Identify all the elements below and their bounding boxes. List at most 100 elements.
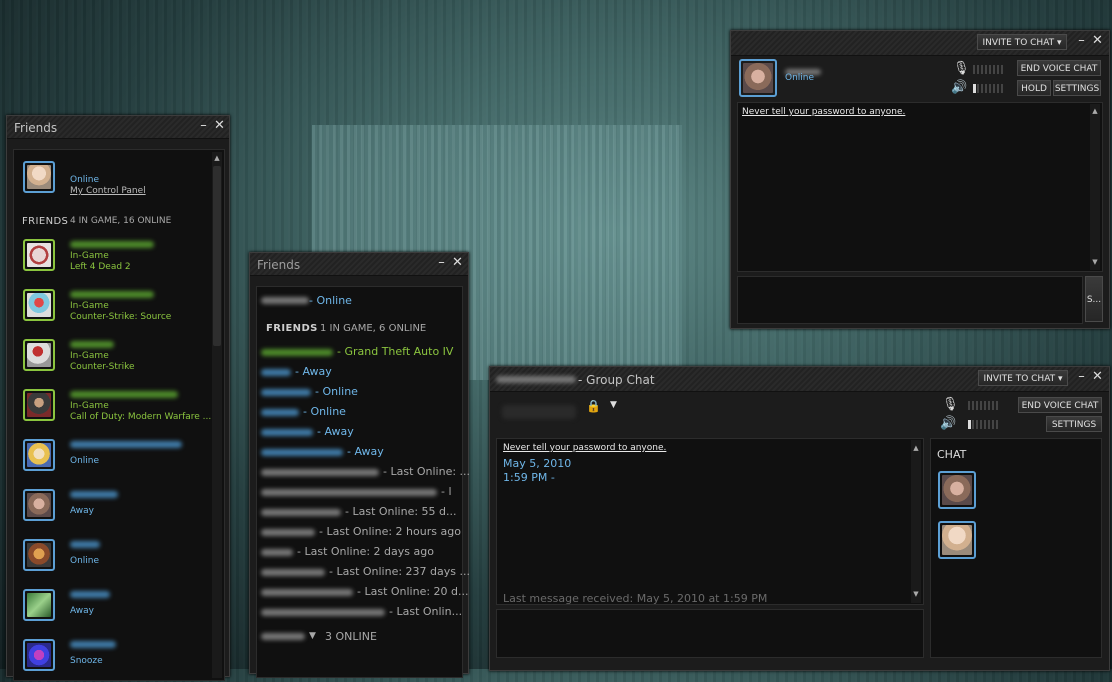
settings-button[interactable]: SETTINGS [1046,416,1102,432]
member-avatar[interactable] [938,471,976,509]
friend-avatar [23,289,55,321]
list-item[interactable]: - Last Onlin... [257,603,462,621]
friends-compact-titlebar[interactable]: Friends – ✕ [250,253,468,276]
list-item[interactable]: In-Game Call of Duty: Modern Warfare ... [14,388,211,432]
friend-status: - Away [295,365,332,378]
friend-status: - Last Online: 20 d... [357,585,469,598]
group-message-input[interactable] [496,609,924,658]
list-item[interactable]: - Online [257,383,457,401]
list-item[interactable]: - Last Online: ... [257,463,470,481]
scroll-up-icon[interactable]: ▲ [212,154,222,162]
scroll-down-icon[interactable]: ▼ [1090,258,1100,266]
minimize-icon[interactable]: – [1074,33,1089,49]
minimize-icon[interactable]: – [1074,369,1089,385]
group-name-field [502,405,576,419]
chat-members-panel: CHAT [930,438,1102,658]
chat-history-scrollbar[interactable]: ▲ ▼ [1090,104,1100,270]
lock-icon[interactable]: 🔒 [586,399,601,413]
close-icon[interactable]: ✕ [450,255,465,271]
speaker-icon[interactable]: 🔊 [951,80,967,95]
chat-partner-avatar[interactable] [739,59,777,97]
list-item[interactable]: Snooze [14,638,209,682]
friend-avatar [23,239,55,271]
settings-button[interactable]: SETTINGS [1053,80,1101,96]
friend-avatar [23,489,55,521]
friends-counts: 4 IN GAME, 16 ONLINE [70,216,172,226]
friends-window-titlebar[interactable]: Friends – ✕ [7,116,229,139]
friend-avatar [23,439,55,471]
friend-status: - Last Online: 55 d... [345,505,457,518]
list-item[interactable]: - Away [257,423,457,441]
friend-avatar [23,389,55,421]
list-item[interactable]: Away [14,488,209,532]
list-item[interactable]: - l [257,483,457,501]
list-item[interactable]: In-Game Counter-Strike [14,338,209,382]
friends-compact-window: Friends – ✕ - Online FRIENDS 1 IN GAME, … [249,252,470,678]
group-chat-titlebar[interactable]: - Group Chat INVITE TO CHAT ▾ – ✕ [490,367,1109,392]
self-avatar[interactable] [23,161,55,193]
list-item[interactable]: - Last Online: 2 hours ago [257,523,461,541]
friend-avatar [23,639,55,671]
friend-status: - Last Online: 2 days ago [297,545,434,558]
speaker-volume-meter[interactable] [973,84,1003,93]
voice-chat-titlebar[interactable]: INVITE TO CHAT ▾ – ✕ [731,31,1109,56]
list-item[interactable]: - Last Online: 55 d... [257,503,457,521]
end-voice-chat-button[interactable]: END VOICE CHAT [1017,60,1101,76]
message-input[interactable] [737,276,1083,324]
list-item[interactable]: - Away [257,363,457,381]
collapse-arrow-icon[interactable]: ▼ [309,631,316,641]
list-item[interactable]: Online [14,438,209,482]
window-title: Friends [14,121,58,135]
scroll-up-icon[interactable]: ▲ [911,444,921,452]
close-icon[interactable]: ✕ [1090,369,1105,385]
invite-to-chat-button[interactable]: INVITE TO CHAT ▾ [978,370,1068,386]
friends-compact-list: - Online FRIENDS 1 IN GAME, 6 ONLINE - G… [256,286,470,678]
list-item[interactable]: - Online [257,403,457,421]
friends-header: FRIENDS [22,216,69,227]
message-time: 1:59 PM - [503,471,555,484]
group-chat-scrollbar[interactable]: ▲ ▼ [911,440,921,603]
list-item[interactable]: - Last Online: 20 d... [257,583,469,601]
list-item[interactable]: - Last Online: 2 days ago [257,543,457,561]
chevron-down-icon[interactable]: ▼ [610,400,617,410]
close-icon[interactable]: ✕ [1090,33,1105,49]
minimize-icon[interactable]: – [434,255,449,271]
close-icon[interactable]: ✕ [212,118,227,134]
minimize-icon[interactable]: – [196,118,211,134]
friend-status: - Last Online: ... [383,465,471,478]
send-button[interactable]: S... [1085,276,1103,322]
list-item[interactable]: - Grand Theft Auto IV [257,343,457,361]
mic-level-meter [968,401,998,410]
list-item[interactable]: In-Game Counter-Strike: Source [14,288,209,332]
self-status: - Online [309,294,352,307]
friends-scrollbar[interactable]: ▲ [212,152,222,678]
friend-status: - Grand Theft Auto IV [337,345,454,358]
list-item[interactable]: Away [14,588,209,632]
list-item[interactable]: Online [14,538,209,582]
mic-level-meter [973,65,1003,74]
speaker-volume-meter[interactable] [968,420,998,429]
password-warning-link[interactable]: Never tell your password to anyone. [742,107,905,117]
friend-status: - Last Online: 2 hours ago [319,525,461,538]
member-avatar[interactable] [938,521,976,559]
list-item[interactable]: - Away [257,443,457,461]
group-chat-window: - Group Chat INVITE TO CHAT ▾ – ✕ 🔒 ▼ 🎙 … [489,366,1110,671]
friend-avatar [23,589,55,621]
invite-to-chat-button[interactable]: INVITE TO CHAT ▾ [977,34,1067,50]
scroll-up-icon[interactable]: ▲ [1090,107,1100,115]
list-item[interactable]: In-Game Left 4 Dead 2 [14,238,209,282]
my-control-panel-link[interactable]: My Control Panel [70,186,146,196]
friend-avatar [23,539,55,571]
friends-window: Friends – ✕ Online My Control Panel FRIE… [6,115,230,681]
friends-header: FRIENDS [266,323,318,334]
hold-button[interactable]: HOLD [1017,80,1051,96]
friends-counts: 1 IN GAME, 6 ONLINE [320,323,427,334]
end-voice-chat-button[interactable]: END VOICE CHAT [1018,397,1102,413]
list-item[interactable]: - Last Online: 237 days ... [257,563,470,581]
scroll-down-icon[interactable]: ▼ [911,590,921,598]
speaker-icon[interactable]: 🔊 [940,416,956,431]
password-warning-link[interactable]: Never tell your password to anyone. [503,443,666,453]
message-date: May 5, 2010 [503,457,572,470]
friend-status: - l [441,485,452,498]
friends-list-panel: Online My Control Panel FRIENDS 4 IN GAM… [13,149,225,681]
